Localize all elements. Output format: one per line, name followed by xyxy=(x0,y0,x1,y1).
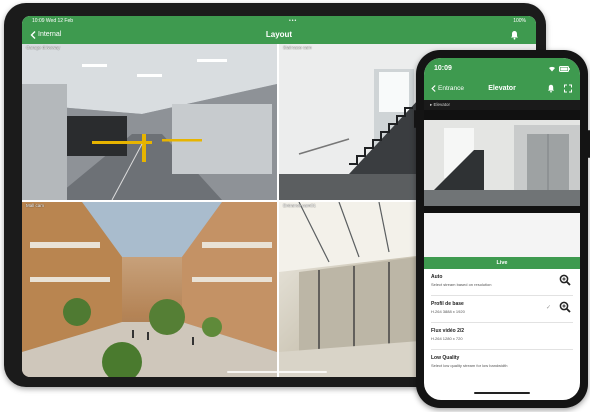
battery-icon xyxy=(559,66,570,72)
stream-title: Profil de base xyxy=(431,301,464,307)
bell-icon[interactable] xyxy=(510,30,519,40)
elevator-scene xyxy=(424,120,580,206)
phone-home-indicator xyxy=(474,391,530,394)
tablet-status-battery: 100% xyxy=(513,17,526,24)
back-button[interactable]: Internal xyxy=(30,30,62,39)
stream-subtitle: Select low quality stream for low bandwi… xyxy=(431,363,508,368)
camera-tile-garage[interactable]: Garage driveway xyxy=(22,44,277,200)
stream-title: Flux vidéo 2/2 xyxy=(431,328,465,334)
phone-header-actions xyxy=(547,84,572,93)
camera-tile-mall[interactable]: Mall cam xyxy=(22,202,277,377)
camera-label: Mall cam xyxy=(26,203,45,208)
bell-icon[interactable] xyxy=(547,84,555,93)
home-indicator xyxy=(227,371,327,373)
phone-screen: 10:09 Entrance Elevator ▸ Elevator Live … xyxy=(424,58,580,400)
checkmark-icon: ✓ xyxy=(545,305,551,311)
stream-option-video-2[interactable]: Flux vidéo 2/2 H.264 1280 x 720 xyxy=(431,323,573,350)
wifi-icon xyxy=(549,66,555,72)
phone-back-button[interactable]: Entrance xyxy=(431,85,464,92)
breadcrumb-label: Elevator xyxy=(433,102,451,107)
tablet-status-time: 10:09 Wed 12 Feb xyxy=(32,17,74,24)
chevron-left-icon xyxy=(431,85,436,92)
video-spacer xyxy=(424,213,580,257)
tablet-status-bar: 10:09 Wed 12 Feb ••• 100% xyxy=(22,16,536,25)
stream-option-low-quality[interactable]: Low Quality Select low quality stream fo… xyxy=(431,350,573,377)
garage-scene xyxy=(22,44,277,200)
phone-back-label: Entrance xyxy=(438,85,465,92)
back-button-label: Internal xyxy=(38,31,62,38)
phone-device: 10:09 Entrance Elevator ▸ Elevator Live … xyxy=(414,50,590,408)
stream-subtitle: H.264 1280 x 720 xyxy=(431,336,463,341)
fullscreen-icon[interactable] xyxy=(564,84,572,93)
tablet-nav-bar: Internal Layout xyxy=(22,25,536,44)
camera-label: Staircase cam xyxy=(283,45,312,50)
live-section-header: Live xyxy=(424,257,580,269)
stream-option-base-profile[interactable]: Profil de base H.264 3888 x 1920 ✓ xyxy=(431,296,573,323)
stream-title: Low Quality xyxy=(431,355,460,361)
elevator-camera-feed xyxy=(424,120,580,206)
stream-subtitle: Select stream based on resolution xyxy=(431,282,492,287)
stream-option-auto[interactable]: Auto Select stream based on resolution xyxy=(431,269,573,296)
camera-label: Entrance cam01 xyxy=(283,203,316,208)
stream-title: Auto xyxy=(431,274,443,280)
breadcrumb: ▸ Elevator xyxy=(424,100,580,110)
page-title: Layout xyxy=(265,30,293,39)
camera-label: Garage driveway xyxy=(26,45,61,50)
phone-header: 10:09 Entrance Elevator xyxy=(424,58,580,100)
phone-status-time: 10:09 xyxy=(434,65,452,72)
multitask-dots: ••• xyxy=(289,17,298,24)
stream-list: Auto Select stream based on resolution P… xyxy=(424,269,580,377)
mall-scene xyxy=(22,202,277,377)
zoom-in-icon[interactable] xyxy=(559,274,571,286)
marketing-stage: 10:09 Wed 12 Feb ••• 100% Internal Layou… xyxy=(0,0,590,412)
live-video-view[interactable] xyxy=(424,110,580,213)
phone-system-icons xyxy=(548,66,570,72)
zoom-in-icon[interactable] xyxy=(559,301,571,313)
phone-volume-button xyxy=(414,110,416,128)
chevron-left-icon xyxy=(30,30,36,39)
stream-subtitle: H.264 3888 x 1920 xyxy=(431,309,465,314)
